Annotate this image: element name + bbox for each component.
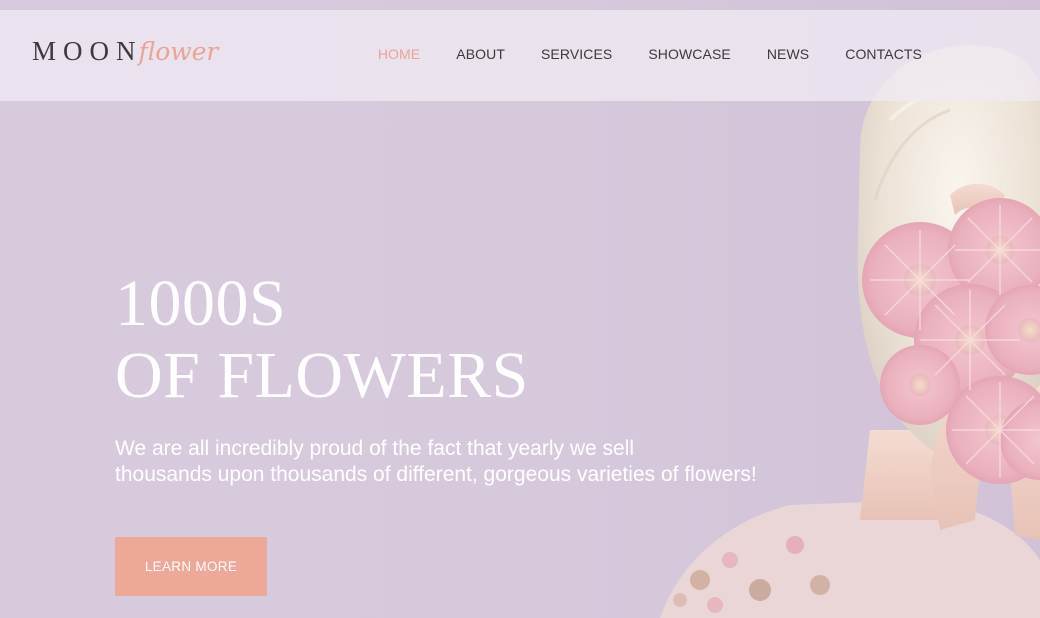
hero-description-line-1: We are all incredibly proud of the fact … [115, 437, 635, 460]
learn-more-button[interactable]: LEARN MORE [115, 537, 267, 596]
nav-item-about[interactable]: ABOUT [456, 46, 505, 62]
hero-description: We are all incredibly proud of the fact … [115, 436, 815, 488]
hero-title-line-2: OF FLOWERS [115, 339, 529, 412]
nav-item-news[interactable]: NEWS [767, 46, 809, 62]
site-header: MOON flower HOME ABOUT SERVICES SHOWCASE… [0, 10, 1040, 101]
hero-description-line-2: thousands upon thousands of different, g… [115, 463, 757, 486]
logo-text-accent: flower [138, 37, 219, 66]
logo[interactable]: MOON flower [32, 36, 218, 76]
nav-item-showcase[interactable]: SHOWCASE [648, 46, 730, 62]
nav-item-home[interactable]: HOME [378, 46, 420, 62]
nav-item-services[interactable]: SERVICES [541, 46, 612, 62]
main-nav: HOME ABOUT SERVICES SHOWCASE NEWS CONTAC… [342, 46, 922, 62]
hero-title-line-1: 1000S [115, 267, 287, 340]
nav-item-contacts[interactable]: CONTACTS [845, 46, 922, 62]
hero-title: 1000S OF FLOWERS [115, 268, 529, 412]
logo-text-main: MOON [32, 36, 143, 66]
